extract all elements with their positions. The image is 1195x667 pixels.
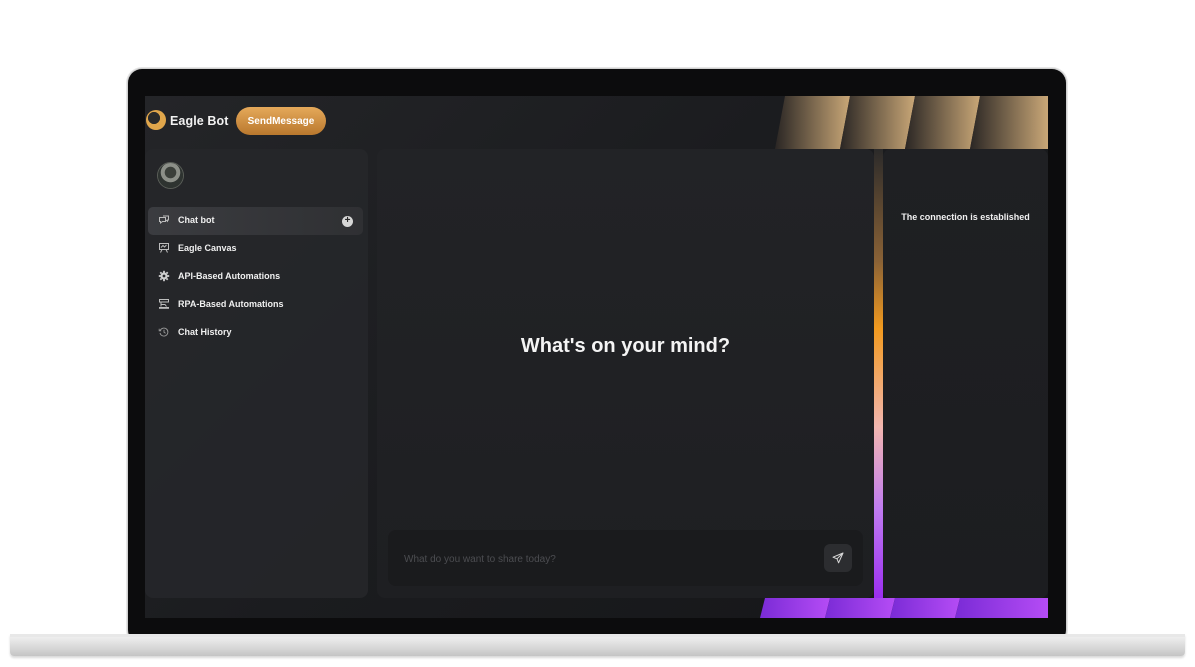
app-header: Eagle Bot SendMessage: [145, 96, 1048, 148]
status-panel: The connection is established: [883, 149, 1048, 598]
app-screen: Eagle Bot SendMessage Chat bot + Eagle C…: [145, 96, 1048, 618]
purple-stripe: [890, 598, 960, 618]
sidebar-item-rpa-automations[interactable]: RPA-Based Automations: [148, 291, 363, 319]
eagle-logo-icon: [146, 110, 166, 130]
message-input[interactable]: [402, 548, 806, 570]
brand-name: Eagle Bot: [170, 114, 229, 128]
sidebar-item-chat-bot[interactable]: Chat bot +: [148, 207, 363, 235]
sidebar-item-api-automations[interactable]: API-Based Automations: [148, 263, 363, 291]
send-icon-button[interactable]: [824, 544, 852, 572]
avatar[interactable]: [158, 163, 183, 188]
sidebar-item-label: Chat bot: [178, 215, 215, 225]
sidebar-nav: Chat bot + Eagle Canvas API-Based Automa…: [148, 207, 366, 347]
welcome-heading: What's on your mind?: [520, 335, 731, 357]
sidebar-item-chat-history[interactable]: Chat History: [148, 319, 363, 347]
robot-arm-icon: [157, 298, 171, 312]
sidebar-item-label: RPA-Based Automations: [178, 299, 284, 309]
sidebar-item-label: API-Based Automations: [178, 271, 281, 281]
sidebar-item-eagle-canvas[interactable]: Eagle Canvas: [148, 235, 363, 263]
laptop-base-edge: [10, 634, 1185, 637]
sidebar-item-label: Eagle Canvas: [178, 243, 237, 253]
presentation-board-icon: [157, 242, 171, 256]
paper-plane-icon: [832, 552, 844, 564]
sidebar-item-label: Chat History: [178, 327, 232, 337]
connection-status: The connection is established: [901, 212, 1030, 222]
purple-stripe: [760, 598, 830, 618]
chat-bubbles-icon: [157, 214, 171, 228]
gradient-strip: [874, 149, 883, 598]
send-message-button[interactable]: SendMessage: [236, 107, 326, 135]
add-chat-icon[interactable]: +: [342, 216, 353, 227]
chat-panel: What's on your mind?: [377, 149, 874, 598]
laptop-base: [10, 634, 1185, 656]
sidebar: Chat bot + Eagle Canvas API-Based Automa…: [145, 149, 368, 598]
purple-stripe: [825, 598, 895, 618]
history-clock-icon: [157, 326, 171, 340]
message-composer: [388, 530, 863, 586]
purple-stripe: [955, 598, 1048, 618]
gear-icon: [157, 270, 171, 284]
